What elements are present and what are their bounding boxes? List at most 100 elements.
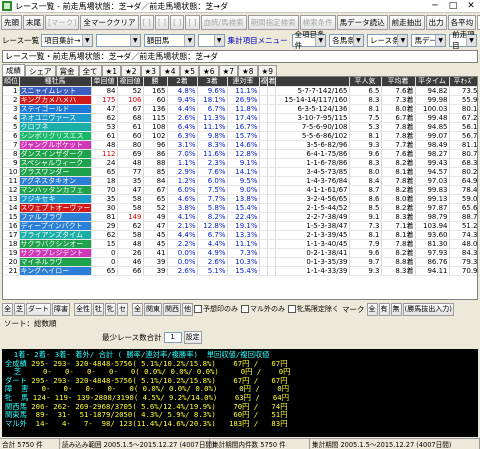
winner-extract-button[interactable]: (勝馬抜出入力) — [402, 302, 454, 316]
filter-checkbox-2[interactable]: 牝馬限定除く — [288, 304, 339, 314]
course-select[interactable]: 額田馬 ▼ — [143, 33, 196, 47]
filter-button-4[interactable]: 全性 — [74, 302, 92, 316]
toolbar-button-9[interactable]: 期間指定検索 — [247, 15, 299, 30]
checkbox-icon — [241, 305, 249, 313]
table-row[interactable]: 21 キングヘイロー 65 66 39 2.6% 5.1% 15.4% 1-1-4-33/39 9… — [3, 266, 477, 276]
data-cell: 94.11 — [415, 266, 450, 276]
prev-race-select[interactable]: 前走項目 ▼ — [449, 30, 477, 50]
table-row[interactable]: 20 マイネルラヴ 0 46 39 0.0% 2.6% 10.3% 0-1-3-35/39 9.7… — [3, 257, 477, 267]
table-row[interactable]: 1 スニャイムレット 84 52 165 4.8% 9.6% 11.1% 5-7-7-142/1… — [3, 86, 477, 96]
toolbar-button-14[interactable]: 各平均 — [447, 15, 477, 30]
table-row[interactable]: 11 アグネスタキオン 18 35 84 1.2% 6.0% 9.5% 1-4-3-76/84 8… — [3, 176, 477, 186]
table-row[interactable]: 19 サクラプレジデント 0 26 41 0.0% 4.9% 7.3% 0-2-1-38/41 9… — [3, 248, 477, 258]
filter-button-3[interactable]: 障害 — [52, 302, 70, 316]
data-cell: 65.6 — [449, 203, 477, 213]
toolbar-button-2[interactable]: [マーク] — [45, 15, 80, 30]
filter-button-6[interactable]: 牝 — [105, 302, 116, 316]
table-row[interactable]: 3 ステイゴールド 47 67 136 4.4% 6.7% 11.8% 6-3-5-124/13… — [3, 104, 477, 114]
aggregate-menu-link[interactable]: 集計項目メニュー — [228, 35, 288, 46]
toolbar-button-13[interactable]: 出力 — [425, 15, 447, 30]
tab-11[interactable]: ★8 — [238, 65, 258, 76]
data-cell: 2-1-5-44/52 — [275, 203, 350, 213]
toolbar-button-3[interactable]: 全マーククリア — [80, 15, 139, 30]
data-cell: 7.8着 — [381, 131, 416, 141]
filter-button-10[interactable]: 関西 — [163, 302, 181, 316]
table-row[interactable]: 4 ネオユニヴァース 62 68 115 2.6% 11.3% 17.4% 3-10-7-95/… — [3, 113, 477, 123]
data-cell: 2.9% — [167, 167, 198, 177]
table-row[interactable]: 17 ブライアンズタイム 62 58 45 4.4% 6.7% 13.3% 2-1-3-39/4… — [3, 230, 477, 240]
filter-button-8[interactable]: 全 — [132, 302, 143, 316]
tab-4[interactable]: ★1 — [101, 65, 121, 76]
table-row[interactable]: 13 フジキセキ 35 58 65 4.6% 7.7% 13.8% 3-2-4-56/65 8.6… — [3, 194, 477, 204]
toolbar-button-5[interactable]: [ ] — [154, 15, 170, 30]
table-row[interactable]: 10 グラスワンダー 65 77 85 2.9% 7.6% 14.1% 3-4-5-73/85 8… — [3, 167, 477, 177]
sub-select-1[interactable]: ▼ — [95, 33, 141, 47]
sub-select-2[interactable]: ▼ — [198, 33, 225, 47]
rank-cell: 19 — [3, 248, 20, 258]
tab-1[interactable]: シェア — [25, 65, 56, 76]
toolbar-button-1[interactable]: 末尾 — [23, 15, 44, 30]
filter-button-2[interactable]: ダート — [26, 302, 51, 316]
filter-checkbox-1[interactable]: マル外のみ — [241, 304, 285, 314]
toolbar-button-11[interactable]: 馬データ読込 — [336, 15, 388, 30]
table-row[interactable]: 15 ファルブラヴ 81 149 49 4.1% 8.2% 22.4% 2-2-7-38/49 9… — [3, 212, 477, 222]
table-row[interactable]: 16 ディープインパクト 29 62 47 2.1% 12.8% 19.1% 1-5-3-38/… — [3, 221, 477, 231]
filter-button-11[interactable]: 他 — [182, 302, 193, 316]
tab-12[interactable]: ★9 — [257, 65, 277, 76]
tab-9[interactable]: ★6 — [199, 65, 219, 76]
table-row[interactable]: 6 シンボリクリスエス 61 60 102 6.3% 9.8% 15.7% 5-5-6-86/1… — [3, 131, 477, 141]
tab-5[interactable]: ★2 — [121, 65, 141, 76]
table-row[interactable]: 9 スペシャルウィーク 24 48 88 1.1% 2.3% 9.1% 1-1-6-78/86 8… — [3, 158, 477, 168]
column-header: 単回値 — [91, 77, 118, 87]
data-cell: 2.6% — [167, 113, 198, 123]
toolbar-button-4[interactable]: [ ] — [139, 15, 154, 30]
data-cell: 8.6 — [349, 194, 382, 204]
tab-6[interactable]: ★3 — [140, 65, 160, 76]
maximize-button[interactable]: □ — [444, 0, 462, 13]
table-row[interactable]: 18 サクラバクシンオー 15 48 45 2.2% 4.4% 11.1% 1-1-3-40/4… — [3, 239, 477, 249]
tab-10[interactable]: ★7 — [218, 65, 238, 76]
filter-button-5[interactable]: 牡 — [93, 302, 104, 316]
mark-button-0[interactable]: 全 — [366, 302, 378, 316]
table-row[interactable]: 7 ジャングルポケット 48 80 96 3.1% 8.3% 14.6% 3-5-6-82/96… — [3, 140, 477, 150]
toolbar-button-12[interactable]: 前走抽出 — [388, 15, 425, 30]
tab-7[interactable]: ★4 — [160, 65, 180, 76]
apply-button[interactable]: 設定 — [183, 330, 202, 344]
toolbar-button-6[interactable]: [ ] — [170, 15, 185, 30]
toolbar-button-7[interactable]: [ ] — [185, 15, 200, 30]
table-row[interactable]: 5 クロフネ 53 61 108 6.4% 11.1% 16.7% 7-5-6-90/108 5.… — [3, 122, 477, 132]
filter-button-7[interactable]: セ — [117, 302, 128, 316]
filter-button-9[interactable]: 関東 — [144, 302, 162, 316]
table-row[interactable]: 14スウェプトオーヴァーボード3058523.8%5.8%15.4% 2-1-5-… — [3, 203, 477, 213]
min-race-input[interactable]: 1 — [163, 331, 182, 343]
tab-3[interactable]: 全て — [78, 65, 102, 76]
data-cell: 97.03 — [415, 176, 450, 186]
rank-cell: 12 — [3, 185, 20, 195]
toolbar: 先頭 末尾 [マーク] 全マーククリア[ ][ ][ ][ ] 血統/馬検索 期間指定検索… — [0, 14, 480, 31]
data-cell: 100.03 — [415, 104, 450, 114]
mark-button-2[interactable]: 無 — [390, 302, 402, 316]
table-row[interactable]: 12 マンハッタンカフェ 70 47 67 6.0% 7.5% 9.0% 4-1-1-61/67… — [3, 185, 477, 195]
filter-checkbox-0[interactable]: 予想印のみ — [194, 304, 238, 314]
status-cell: 合計 5750 件 — [0, 438, 60, 449]
race-conditions-select[interactable]: レース条件 ▼ — [366, 33, 409, 47]
all-conditions-select[interactable]: 全項目条件 ▼ — [291, 30, 327, 50]
filter-button-1[interactable]: 芝 — [14, 302, 25, 316]
tab-8[interactable]: ★5 — [179, 65, 199, 76]
toolbar-button-8[interactable]: 血統/馬検索 — [200, 15, 247, 30]
table-row[interactable]: 8 ダンスインザダーク 112 69 86 7.0% 11.6% 12.8% 6-4-1-75/… — [3, 149, 477, 159]
tab-0[interactable]: 成績 — [2, 64, 25, 76]
horse-conditions-select[interactable]: 各馬条件 ▼ — [329, 33, 364, 47]
tab-2[interactable]: 賞金 — [55, 65, 79, 76]
table-row[interactable]: 2 キングカメハメハ 175 106 60 9.4% 18.1% 26.9% 15-14-14/… — [3, 95, 477, 105]
aggregate-select[interactable]: 項目集計→ ▼ — [41, 33, 93, 47]
minimize-button[interactable]: ─ — [426, 0, 444, 13]
data-cell: 58 — [117, 203, 144, 213]
horse-data-select[interactable]: 馬データ ▼ — [411, 33, 447, 47]
filter-button-0[interactable]: 全 — [2, 302, 13, 316]
toolbar-button-10[interactable]: 検索条件 — [299, 15, 336, 30]
toolbar-button-0[interactable]: 先頭 — [1, 15, 22, 30]
data-cell: 102 — [143, 131, 168, 141]
mark-button-1[interactable]: 有 — [378, 302, 390, 316]
close-button[interactable]: ✕ — [462, 0, 480, 13]
